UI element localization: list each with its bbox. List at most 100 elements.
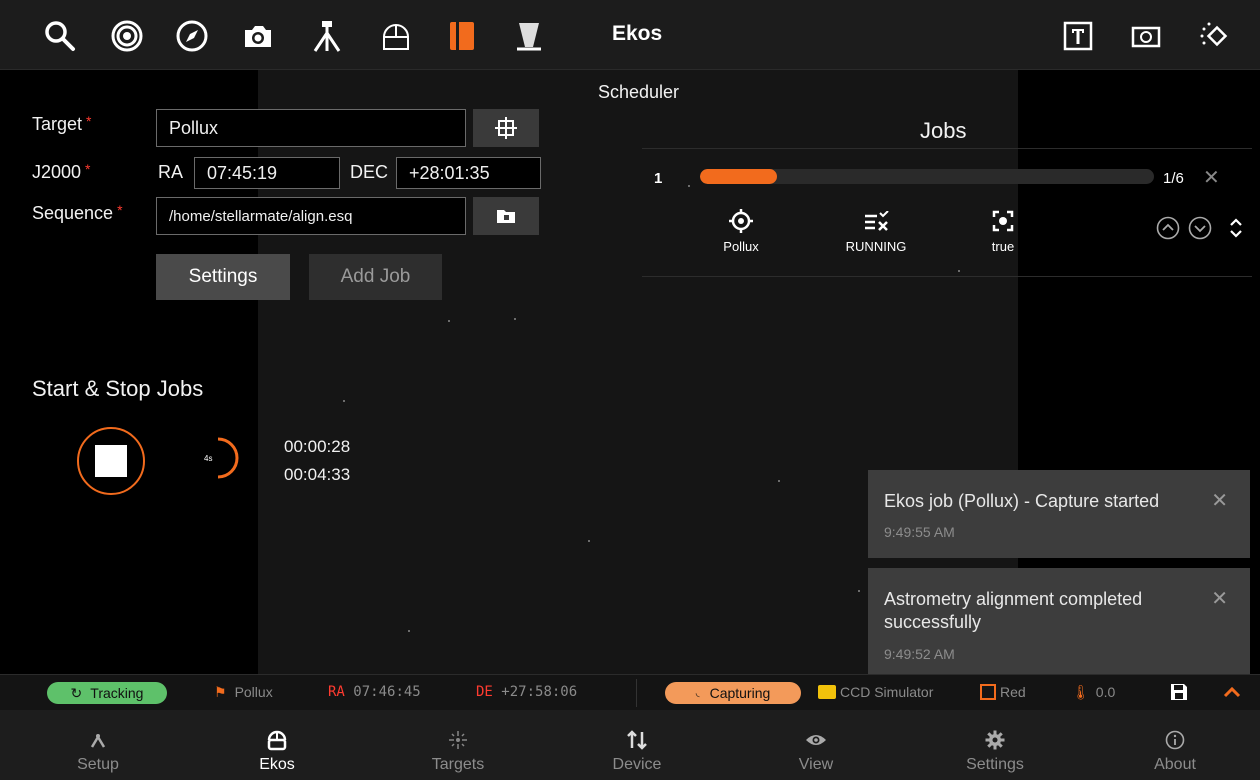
job-progress-bar (700, 169, 1154, 184)
tracking-label: Tracking (90, 685, 144, 701)
ra-label: RA (158, 162, 184, 182)
camera-icon (818, 685, 836, 699)
filter-wheel-icon (980, 684, 996, 700)
browse-sequence-button[interactable] (473, 197, 539, 235)
capture-spinner-icon: ◟ (695, 687, 700, 699)
folder-icon (497, 210, 515, 223)
job-state-icon (826, 206, 926, 236)
ra-status-label: RA (328, 684, 345, 700)
rotate-icon[interactable] (1195, 18, 1231, 54)
view-icon (746, 710, 886, 754)
find-target-button[interactable] (473, 109, 539, 147)
nav-view[interactable]: View (746, 710, 886, 780)
move-down-icon[interactable] (1188, 216, 1212, 240)
stop-button[interactable] (77, 427, 145, 495)
save-icon[interactable] (1170, 683, 1188, 704)
remove-job-icon[interactable]: ✕ (1203, 165, 1220, 190)
move-up-icon[interactable] (1156, 216, 1180, 240)
crosshair-icon (495, 117, 517, 139)
de-status-value: +27:58:06 (501, 684, 578, 700)
observatory-icon[interactable] (378, 18, 414, 54)
notification-message: Astrometry alignment completed successfu… (884, 589, 1143, 632)
nav-label: Ekos (259, 756, 295, 773)
nav-device[interactable]: Device (567, 710, 707, 780)
job-count: 1/6 (1163, 170, 1184, 187)
countdown-label: 4s (204, 454, 213, 463)
camera-icon[interactable] (240, 18, 276, 54)
thermometer-icon: 🌡 (1072, 684, 1090, 700)
sort-icon[interactable] (1228, 216, 1244, 240)
stop-icon (95, 445, 127, 477)
telescope-cover-icon[interactable] (510, 18, 546, 54)
chevron-up-icon[interactable] (1222, 683, 1242, 704)
about-icon (1105, 710, 1245, 754)
job-flag-text: true (991, 239, 1015, 254)
sequence-label: Sequence * (32, 202, 123, 223)
notification-time: 9:49:55 AM (884, 524, 955, 540)
crosshair-target-icon (691, 206, 791, 236)
setup-icon (28, 710, 168, 754)
nav-ekos[interactable]: Ekos (207, 710, 347, 780)
dec-input[interactable]: +28:01:35 (396, 157, 541, 189)
capture-status-badge[interactable]: ◟ Capturing (665, 682, 801, 704)
camera-name: CCD Simulator (840, 684, 934, 700)
flag-icon: ⚑ (214, 684, 227, 700)
ra-status-value: 07:46:45 (353, 684, 421, 700)
compass-icon[interactable] (174, 18, 210, 54)
start-stop-title: Start & Stop Jobs (32, 376, 204, 401)
target-input[interactable]: Pollux (156, 109, 466, 147)
settings-button[interactable]: Settings (156, 254, 290, 300)
nav-label: Setup (77, 756, 119, 773)
job-progress-fill (700, 169, 778, 184)
nav-label: Device (612, 756, 662, 773)
jobs-title: Jobs (920, 118, 967, 143)
de-status-label: DE (476, 684, 493, 700)
job-index: 1 (654, 170, 663, 187)
filter-name: Red (1000, 684, 1026, 700)
camera-status: CCD Simulator (818, 684, 933, 700)
filter-status: Red (980, 684, 1026, 700)
job-target: Pollux (691, 206, 791, 254)
notification-time: 9:49:52 AM (884, 646, 955, 662)
scheduler-title: Scheduler (598, 82, 680, 102)
divider (642, 148, 1252, 149)
notification-message: Ekos job (Pollux) - Capture started (884, 491, 1160, 511)
divider (636, 679, 637, 707)
divider (642, 276, 1252, 277)
countdown-ring: 4s (196, 436, 240, 480)
nav-label: View (798, 756, 834, 773)
close-icon[interactable]: ✕ (1211, 488, 1228, 513)
job-flag: true (953, 206, 1053, 254)
screenshot-icon[interactable] (1128, 18, 1164, 54)
nav-label: Settings (966, 756, 1024, 773)
nav-setup[interactable]: Setup (28, 710, 168, 780)
tripod-icon[interactable] (309, 18, 345, 54)
nav-settings[interactable]: Settings (925, 710, 1065, 780)
tracking-icon: ↻ (70, 684, 83, 701)
bottom-navigation: Setup Ekos Targets Device View Settings (0, 710, 1260, 780)
mount-de: DE +27:58:06 (476, 684, 577, 700)
target-icon[interactable] (109, 18, 145, 54)
sequence-input[interactable]: /home/stellarmate/align.esq (156, 197, 466, 235)
notification-card[interactable]: Ekos job (Pollux) - Capture started 9:49… (868, 470, 1250, 558)
job-target-name: Pollux (723, 239, 759, 254)
remaining-time: 00:04:33 (284, 465, 351, 484)
tracking-status-badge[interactable]: ↻ Tracking (47, 682, 167, 704)
ra-input[interactable]: 07:45:19 (194, 157, 340, 189)
nav-targets[interactable]: Targets (388, 710, 528, 780)
device-icon (567, 710, 707, 754)
nav-about[interactable]: About (1105, 710, 1245, 780)
status-bar: ↻ Tracking ⚑ Pollux RA 07:46:45 DE +27:58… (0, 674, 1260, 710)
top-toolbar: Ekos (0, 0, 1260, 70)
mount-ra: RA 07:46:45 (328, 684, 421, 700)
add-job-button[interactable]: Add Job (309, 254, 442, 300)
close-icon[interactable]: ✕ (1211, 586, 1228, 611)
search-icon[interactable] (42, 18, 78, 54)
elapsed-time: 00:00:28 (284, 437, 351, 456)
app-title: Ekos (612, 22, 663, 45)
nav-label: Targets (431, 756, 485, 773)
scheduler-icon[interactable] (444, 18, 480, 54)
nav-label: About (1154, 756, 1196, 773)
text-frame-icon[interactable] (1060, 18, 1096, 54)
notification-card[interactable]: Astrometry alignment completed successfu… (868, 568, 1250, 676)
